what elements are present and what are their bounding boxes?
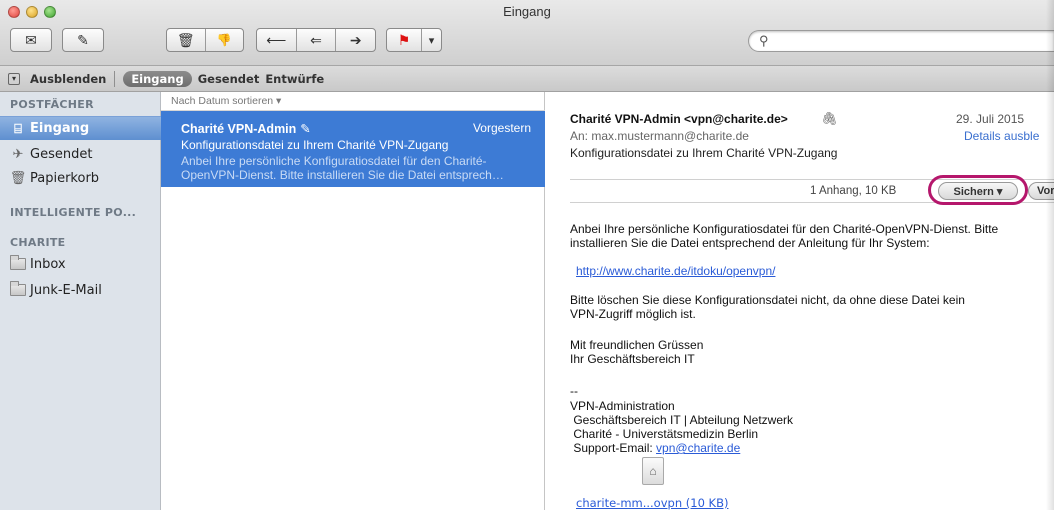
attachment-bar: 1 Anhang, 10 KB Sichern ▾ Vorsch [570, 175, 1054, 205]
message-subject: Konfigurationsdatei zu Ihrem Charité VPN… [181, 138, 449, 152]
trash-icon: 🗑 [9, 170, 27, 186]
thumbs-down-icon: 👎 [216, 33, 232, 47]
greeting-line-1: Mit freundlichen Grüssen [570, 338, 704, 352]
sidebar-item-label: Gesendet [30, 146, 93, 162]
signature-dash: -- [570, 384, 578, 398]
message-viewer: Charité VPN-Admin <vpn@charite.de> 🖇 29.… [546, 92, 1054, 510]
section-header-intelligente-postfaecher[interactable]: INTELLIGENTE PO... [10, 206, 136, 219]
reply-icon: ⟵ [266, 31, 287, 48]
chevron-down-icon: ▾ [428, 34, 435, 47]
favorite-entwuerfe[interactable]: Entwürfe [265, 72, 324, 86]
delete-junk-group: 🗑 👎 [166, 28, 244, 52]
message-date: Vorgestern [472, 121, 531, 135]
sidebar-item-label: Eingang [30, 121, 90, 136]
section-header-postfaecher: POSTFÄCHER [10, 98, 94, 111]
favorite-gesendet[interactable]: Gesendet [198, 72, 260, 86]
paperclip-icon: ✎ [300, 122, 311, 136]
viewer-subject: Konfigurationsdatei zu Ihrem Charité VPN… [570, 146, 838, 160]
search-input[interactable]: ⚲ [748, 30, 1054, 52]
reply-button[interactable]: ⟵ [257, 29, 296, 51]
sidebar-item-inbox[interactable]: Inbox [0, 252, 161, 276]
flag-group: ⚑ ▾ [386, 28, 442, 52]
inbox-icon: ⌸ [14, 121, 22, 137]
compose-button[interactable]: ✎ [62, 28, 104, 52]
body-paragraph-1-line-1: Anbei Ihre persönliche Konfiguratiosdate… [570, 222, 999, 236]
sidebar-item-label: Papierkorb [30, 170, 100, 186]
sender-name: Charité VPN-Admin [181, 122, 297, 136]
body-paragraph-2-line-2: VPN-Zugriff möglich ist. [570, 307, 696, 321]
sidebar-item-eingang[interactable]: ⌸ Eingang [0, 116, 161, 140]
trash-icon: 🗑 [176, 31, 195, 48]
support-email-link[interactable]: vpn@charite.de [656, 441, 740, 455]
toolbar: Eingang ✉ ✎ 🗑 👎 ⟵ ⇐ ➔ ⚑ ▾ ⚲ [0, 0, 1054, 66]
message-preview-line-1: Anbei Ihre persönliche Konfiguratiosdate… [181, 154, 487, 168]
attachment-info: 1 Anhang, 10 KB [810, 185, 897, 197]
signature-line-4: Support-Email: vpn@charite.de [570, 441, 740, 455]
support-email-label: Support-Email: [570, 441, 657, 455]
flag-icon: ⚑ [397, 31, 411, 48]
details-toggle-link[interactable]: Details ausble [964, 129, 1039, 143]
reply-group: ⟵ ⇐ ➔ [256, 28, 376, 52]
attachment-file-icon[interactable]: ⌂ [642, 457, 664, 485]
hide-sidebar-icon[interactable]: ▾ [8, 72, 20, 85]
window-title: Eingang [503, 4, 551, 19]
reply-all-icon: ⇐ [310, 31, 322, 48]
hide-sidebar-button[interactable]: Ausblenden [30, 72, 106, 86]
window-edge-shadow [1046, 0, 1054, 510]
greeting-line-2: Ihr Geschäftsbereich IT [570, 352, 695, 366]
body-paragraph-1-line-2: installieren Sie die Datei entsprechend … [570, 236, 930, 250]
sidebar-item-gesendet[interactable]: ✈ Gesendet [0, 142, 161, 166]
compose-icon: ✎ [77, 31, 89, 48]
body-paragraph-2-line-1: Bitte löschen Sie diese Konfigurationsda… [570, 293, 965, 307]
list-item[interactable]: Charité VPN-Admin ✎ Vorgestern Konfigurat… [161, 111, 545, 187]
mailbox-sidebar: POSTFÄCHER ⌸ Eingang ✈ Gesendet 🗑 Papier… [0, 92, 161, 510]
signature-line-1: VPN-Administration [570, 399, 675, 413]
paperclip-icon: 🖇 [821, 111, 838, 126]
junk-button[interactable]: 👎 [204, 29, 244, 51]
reply-all-button[interactable]: ⇐ [295, 29, 336, 51]
section-header-charite[interactable]: CHARITE [10, 236, 65, 249]
sort-menu[interactable]: Nach Datum sortieren ▾ [161, 92, 545, 111]
sidebar-item-papierkorb[interactable]: 🗑 Papierkorb [0, 166, 161, 190]
openvpn-doc-link[interactable]: http://www.charite.de/itdoku/openvpn/ [576, 264, 775, 278]
get-mail-button[interactable]: ✉ [10, 28, 52, 52]
signature-line-2: Geschäftsbereich IT | Abteilung Netzwerk [570, 413, 794, 427]
save-attachment-button[interactable]: Sichern ▾ [938, 182, 1018, 200]
divider [114, 70, 116, 87]
favorites-bar: ▾ Ausblenden Eingang Gesendet Entwürfe [0, 66, 1054, 92]
sidebar-item-junk-e-mail[interactable]: Junk-E-Mail [0, 278, 161, 302]
favorite-eingang[interactable]: Eingang [123, 70, 192, 87]
search-icon: ⚲ [759, 33, 769, 48]
flag-button[interactable]: ⚑ [387, 29, 421, 51]
signature-line-3: Charité - Universtätsmedizin Berlin [570, 427, 759, 441]
sidebar-item-label: Junk-E-Mail [30, 282, 102, 298]
viewer-sender[interactable]: Charité VPN-Admin <vpn@charite.de> [570, 112, 788, 126]
folder-icon [10, 255, 26, 272]
forward-button[interactable]: ➔ [335, 29, 375, 51]
attachment-file-link[interactable]: charite-mm...ovpn (10 KB) [576, 496, 728, 510]
sent-icon: ✈ [12, 146, 24, 162]
sidebar-item-label: Inbox [30, 256, 66, 272]
viewer-date: 29. Juli 2015 [956, 112, 1025, 126]
folder-icon [10, 281, 26, 298]
forward-icon: ➔ [349, 31, 362, 48]
viewer-recipient: An: max.mustermann@charite.de [570, 129, 749, 143]
delete-button[interactable]: 🗑 [167, 29, 205, 51]
envelope-icon: ✉ [25, 31, 37, 48]
message-preview-line-2: OpenVPN-Dienst. Bitte installieren Sie d… [181, 168, 504, 182]
flag-menu-button[interactable]: ▾ [421, 29, 441, 51]
message-list: Nach Datum sortieren ▾ Charité VPN-Admin… [161, 92, 545, 510]
